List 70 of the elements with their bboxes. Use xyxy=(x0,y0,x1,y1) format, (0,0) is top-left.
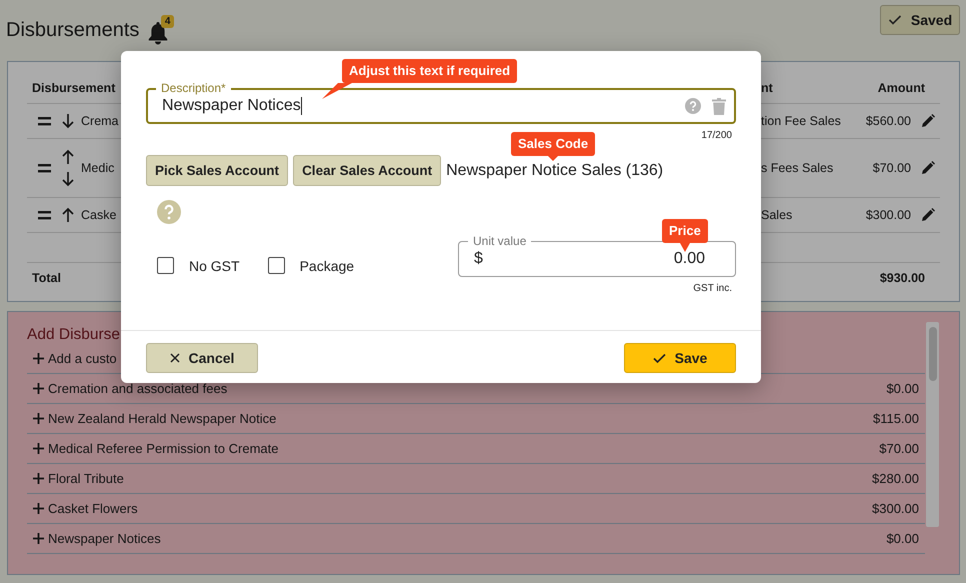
arrow-up-icon[interactable] xyxy=(62,207,74,223)
item-price: $115.00 xyxy=(872,411,919,426)
callout: Sales Code xyxy=(511,132,596,161)
table-cell: Medic xyxy=(81,161,114,175)
check-icon xyxy=(652,352,666,364)
plus-icon[interactable] xyxy=(33,533,44,544)
checkbox-label: Package xyxy=(300,258,354,274)
callout: Price xyxy=(662,219,708,252)
item-price: $300.00 xyxy=(872,501,919,516)
item-price: $280.00 xyxy=(872,471,919,486)
plus-icon[interactable] xyxy=(33,353,44,364)
panel-title: Add Disburse xyxy=(27,326,122,344)
arrow-down-icon[interactable] xyxy=(62,113,74,129)
pencil-icon[interactable] xyxy=(921,114,935,128)
checkbox-label: No GST xyxy=(189,258,240,274)
arrow-up-icon[interactable] xyxy=(62,149,74,165)
list-item[interactable]: Floral Tribute xyxy=(48,471,124,486)
pointer-icon xyxy=(680,243,690,252)
plus-icon[interactable] xyxy=(33,503,44,514)
item-price: $0.00 xyxy=(886,531,919,546)
plus-icon[interactable] xyxy=(33,473,44,484)
page-title: Disbursements xyxy=(6,19,140,42)
clear-sales-account-button[interactable]: Clear Sales Account xyxy=(293,155,442,186)
sales-account-name: Newspaper Notice Sales (136) xyxy=(446,162,664,180)
pencil-icon[interactable] xyxy=(921,208,935,222)
total-amount: $930.00 xyxy=(880,271,925,285)
table-cell-text: Sales xyxy=(761,208,794,222)
table-cell: $70.00 xyxy=(872,161,911,175)
pointer-icon xyxy=(548,156,558,161)
drag-handle-icon[interactable] xyxy=(38,210,51,220)
check-icon xyxy=(888,14,902,26)
column-header: Disbursement xyxy=(32,80,116,94)
total-label: Total xyxy=(32,271,61,285)
plus-icon[interactable] xyxy=(33,443,44,454)
pencil-icon[interactable] xyxy=(921,161,935,175)
table-cell: Crema xyxy=(81,114,119,128)
table-cell-text: s Fees Sales xyxy=(761,161,834,175)
scrollbar[interactable] xyxy=(926,322,939,527)
gst-note: GST inc. xyxy=(693,283,732,294)
table-cell: $300.00 xyxy=(866,208,911,222)
pointer-icon xyxy=(322,83,352,99)
notification-badge: 4 xyxy=(160,14,174,28)
list-item[interactable]: Newspaper Notices xyxy=(48,531,161,546)
scrollbar-thumb[interactable] xyxy=(928,327,936,381)
list-item[interactable]: Medical Referee Permission to Cremate xyxy=(48,441,278,456)
list-item[interactable]: Casket Flowers xyxy=(48,501,138,516)
callout: Adjust this text if required xyxy=(322,59,518,99)
item-price: $70.00 xyxy=(879,441,919,456)
item-price: $0.00 xyxy=(886,381,919,396)
list-item[interactable]: New Zealand Herald Newspaper Notice xyxy=(48,411,276,426)
column-header: Amount xyxy=(878,80,925,94)
column-header: nt xyxy=(761,80,774,94)
plus-icon[interactable] xyxy=(33,383,44,394)
table-cell: $560.00 xyxy=(866,114,911,128)
table-cell: Caske xyxy=(81,208,116,222)
save-button[interactable]: Save xyxy=(624,343,736,373)
checkbox[interactable] xyxy=(268,257,285,274)
cancel-button[interactable]: Cancel xyxy=(146,343,258,373)
arrow-down-icon[interactable] xyxy=(62,171,74,187)
drag-handle-icon[interactable] xyxy=(38,116,51,126)
plus-icon[interactable] xyxy=(33,413,44,424)
close-icon xyxy=(170,353,180,363)
pick-sales-account-button[interactable]: Pick Sales Account xyxy=(146,155,288,186)
list-item[interactable]: Add a custo xyxy=(48,351,117,366)
saved-button[interactable]: Saved xyxy=(880,5,960,35)
list-item[interactable]: Cremation and associated fees xyxy=(48,381,228,396)
character-counter: 17/200 xyxy=(701,130,732,143)
table-cell-text: tion Fee Sales xyxy=(761,114,842,128)
checkbox[interactable] xyxy=(157,257,174,274)
drag-handle-icon[interactable] xyxy=(38,164,51,172)
